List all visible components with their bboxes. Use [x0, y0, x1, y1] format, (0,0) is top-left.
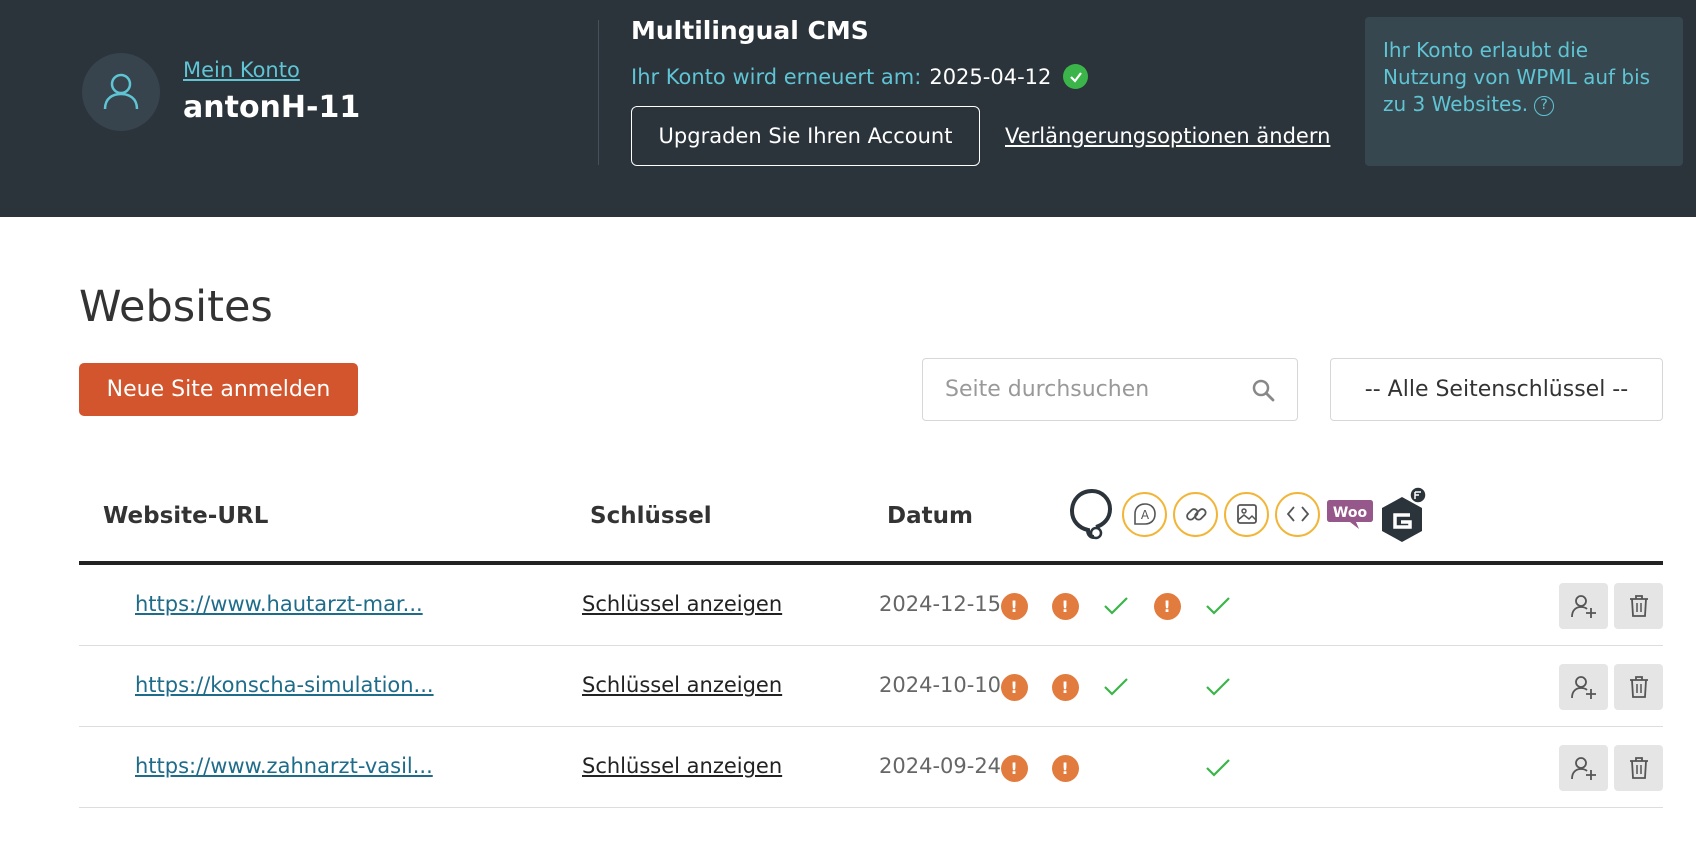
site-key-filter-select[interactable]: -- Alle Seitenschlüssel --: [1330, 358, 1663, 421]
show-key-link[interactable]: Schlüssel anzeigen: [582, 592, 782, 616]
site-url-link[interactable]: https://konscha-simulation...: [135, 673, 434, 697]
warning-badge: !: [1051, 592, 1079, 620]
table-row: https://www.zahnarzt-vasil... Schlüssel a…: [79, 727, 1663, 808]
table-row: https://www.hautarzt-mar... Schlüssel anz…: [79, 565, 1663, 646]
user-icon: [103, 73, 139, 110]
user-avatar: [82, 53, 160, 131]
warning-icon: !: [1051, 754, 1079, 782]
site-search[interactable]: [922, 358, 1298, 421]
warning-badge: !: [1153, 592, 1181, 620]
trash-icon: [1629, 676, 1648, 698]
show-key-link[interactable]: Schlüssel anzeigen: [582, 754, 782, 778]
site-date: 2024-10-10: [879, 673, 1002, 697]
warning-icon: !: [1000, 592, 1028, 620]
site-search-input[interactable]: [945, 377, 1251, 402]
product-title: Multilingual CMS: [631, 16, 869, 45]
svg-text:A: A: [1140, 508, 1149, 522]
trash-icon: [1629, 757, 1648, 779]
site-date: 2024-12-15: [879, 592, 1002, 616]
warning-badge: !: [1000, 754, 1028, 782]
renewal-info: Ihr Konto wird erneuert am: 2025-04-12: [631, 64, 1089, 89]
site-limit-info: Ihr Konto erlaubt die Nutzung von WPML a…: [1365, 17, 1683, 166]
check-icon: [1102, 673, 1130, 701]
assign-user-button[interactable]: [1559, 745, 1608, 791]
woocommerce-icon: Woo: [1327, 500, 1373, 529]
site-limit-text: Ihr Konto erlaubt die Nutzung von WPML a…: [1383, 38, 1651, 116]
show-key-link[interactable]: Schlüssel anzeigen: [582, 673, 782, 697]
add-user-icon: [1570, 595, 1596, 618]
code-icon: [1275, 491, 1320, 537]
media-icon: [1224, 491, 1269, 537]
my-account-link[interactable]: Mein Konto: [183, 58, 300, 82]
renewal-options-link[interactable]: Verlängerungsoptionen ändern: [1005, 124, 1330, 148]
warning-icon: !: [1000, 673, 1028, 701]
upgrade-account-button[interactable]: Upgraden Sie Ihren Account: [631, 106, 980, 166]
trash-icon: [1629, 595, 1648, 617]
check-circle-icon: [1063, 64, 1089, 89]
string-translation-icon: A: [1122, 491, 1167, 537]
check-icon: [1102, 592, 1130, 620]
addon-column-icons: A Woo: [1068, 485, 1428, 543]
warning-badge: !: [1000, 592, 1028, 620]
woocommerce-label: Woo: [1333, 505, 1368, 521]
page-title: Websites: [79, 282, 273, 332]
renewal-label: Ihr Konto wird erneuert am:: [631, 64, 922, 89]
delete-site-button[interactable]: [1614, 745, 1663, 791]
column-header-key: Schlüssel: [590, 503, 712, 529]
site-url-link[interactable]: https://www.zahnarzt-vasil...: [135, 754, 433, 778]
link-icon: [1173, 491, 1218, 537]
site-date: 2024-09-24: [879, 754, 1002, 778]
check-icon: [1204, 592, 1232, 620]
warning-icon: !: [1000, 754, 1028, 782]
account-header: Mein Konto antonH-11 Multilingual CMS Ih…: [0, 0, 1696, 217]
table-row: https://konscha-simulation... Schlüssel a…: [79, 646, 1663, 727]
add-user-icon: [1570, 676, 1596, 699]
site-url-link[interactable]: https://www.hautarzt-mar...: [135, 592, 423, 616]
delete-site-button[interactable]: [1614, 664, 1663, 710]
column-header-url: Website-URL: [103, 503, 269, 529]
delete-site-button[interactable]: [1614, 583, 1663, 629]
help-icon[interactable]: ?: [1534, 95, 1555, 116]
search-icon[interactable]: [1251, 378, 1275, 402]
assign-user-button[interactable]: [1559, 583, 1608, 629]
add-user-icon: [1570, 757, 1596, 780]
warning-icon: !: [1051, 673, 1079, 701]
register-new-site-button[interactable]: Neue Site anmelden: [79, 363, 358, 416]
renewal-date: 2025-04-12: [929, 64, 1052, 89]
check-icon: [1204, 673, 1232, 701]
warning-badge: !: [1000, 673, 1028, 701]
assign-user-button[interactable]: [1559, 664, 1608, 710]
column-header-date: Datum: [887, 503, 973, 529]
warning-badge: !: [1051, 754, 1079, 782]
username: antonH-11: [183, 90, 361, 125]
gravity-forms-icon: [1382, 486, 1427, 542]
warning-icon: !: [1153, 592, 1181, 620]
check-icon: [1204, 754, 1232, 782]
warning-badge: !: [1051, 673, 1079, 701]
wpml-logo-icon: [1069, 489, 1113, 540]
warning-icon: !: [1051, 592, 1079, 620]
header-divider: [598, 20, 599, 165]
